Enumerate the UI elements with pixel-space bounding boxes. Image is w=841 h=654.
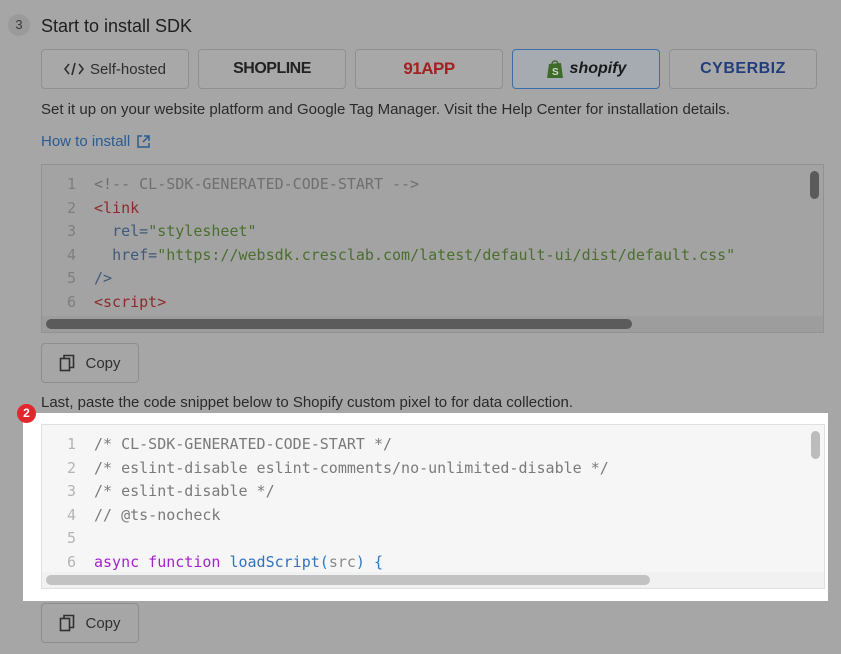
code-line: 4 href= "https://websdk.cresclab.com/lat…	[42, 246, 797, 270]
line-number: 5	[66, 529, 76, 547]
copy-button[interactable]: Copy	[41, 343, 139, 383]
code-line: 2 /* eslint-disable eslint-comments/no-u…	[42, 459, 798, 483]
line-number: 5	[66, 269, 76, 287]
code-line: 5	[42, 529, 798, 553]
how-to-install-label: How to install	[41, 133, 131, 150]
step-badge: 3	[8, 14, 30, 36]
pixel-instruction: Last, paste the code snippet below to Sh…	[41, 394, 573, 411]
code-line: 1 <!-- CL-SDK-GENERATED-CODE-START -->	[42, 175, 797, 199]
platform-shopify-button[interactable]: S shopify	[512, 49, 660, 89]
external-link-icon	[137, 135, 150, 148]
platform-shopline-button[interactable]: SHOPLINE	[198, 49, 346, 89]
line-number: 1	[66, 435, 76, 453]
code-line: 5 />	[42, 269, 797, 293]
code-comment: /* eslint-disable */	[94, 482, 275, 500]
line-number: 6	[66, 292, 76, 311]
91app-logo: 91APP	[403, 59, 455, 78]
code-icon	[64, 62, 85, 76]
code-comment: /* CL-SDK-GENERATED-CODE-START */	[94, 435, 393, 453]
code-text: <link	[94, 198, 140, 217]
pixel-code-editor[interactable]: 1 /* CL-SDK-GENERATED-CODE-START */ 2 /*…	[41, 424, 825, 589]
shopline-logo: SHOPLINE	[233, 60, 311, 77]
code-line: 4 // @ts-nocheck	[42, 506, 798, 530]
code-attr: rel=	[112, 222, 149, 240]
line-number: 2	[66, 198, 76, 217]
code-attr: href=	[112, 245, 158, 264]
code-lines: 1 /* CL-SDK-GENERATED-CODE-START */ 2 /*…	[42, 435, 798, 576]
shopify-logo: shopify	[569, 60, 627, 77]
line-number: 3	[66, 482, 76, 500]
line-number: 1	[66, 175, 76, 193]
code-line: 6 <script>	[42, 293, 797, 317]
copy-button[interactable]: Copy	[41, 603, 139, 643]
vertical-scrollbar[interactable]	[810, 171, 819, 199]
shopify-bag-icon: S	[546, 60, 563, 78]
highlight-frame: 1 /* CL-SDK-GENERATED-CODE-START */ 2 /*…	[23, 413, 828, 601]
code-text: <!-- CL-SDK-GENERATED-CODE-START -->	[94, 175, 420, 193]
platform-selector: Self-hosted SHOPLINE 91APP S shopify CYB…	[41, 49, 817, 89]
code-text: <script>	[94, 292, 167, 311]
code-line: 1 /* CL-SDK-GENERATED-CODE-START */	[42, 435, 798, 459]
line-number: 2	[66, 458, 76, 477]
code-string: "stylesheet"	[148, 222, 257, 240]
line-number: 3	[66, 222, 76, 240]
horizontal-scrollbar[interactable]	[46, 575, 650, 585]
line-number: 4	[66, 245, 76, 264]
code-comment: // @ts-nocheck	[94, 505, 221, 524]
vertical-scrollbar[interactable]	[811, 431, 820, 459]
svg-text:S: S	[552, 67, 559, 78]
platform-91app-button[interactable]: 91APP	[355, 49, 503, 89]
horizontal-scroll-track	[42, 316, 823, 332]
code-lines: 1 <!-- CL-SDK-GENERATED-CODE-START --> 2…	[42, 175, 797, 316]
copy-icon	[60, 614, 75, 632]
copy-button-label: Copy	[85, 614, 121, 632]
code-text: />	[94, 269, 113, 287]
platform-cyberbiz-button[interactable]: CYBERBIZ	[669, 49, 817, 89]
code-line: 3 rel= "stylesheet"	[42, 222, 797, 246]
copy-button-label: Copy	[85, 354, 121, 372]
step-title: Start to install SDK	[41, 16, 193, 36]
line-number: 4	[66, 505, 76, 524]
platform-self-hosted-button[interactable]: Self-hosted	[41, 49, 189, 89]
copy-icon	[60, 354, 75, 372]
cyberbiz-logo: CYBERBIZ	[700, 60, 786, 77]
code-string: "https://websdk.cresclab.com/latest/defa…	[157, 245, 736, 264]
code-comment: /* eslint-disable eslint-comments/no-unl…	[94, 458, 609, 477]
install-description: Set it up on your website platform and G…	[41, 101, 731, 118]
horizontal-scroll-track	[42, 572, 824, 588]
code-line: 3 /* eslint-disable */	[42, 482, 798, 506]
sdk-code-editor[interactable]: 1 <!-- CL-SDK-GENERATED-CODE-START --> 2…	[41, 164, 824, 333]
code-line: 2 <link	[42, 199, 797, 223]
platform-self-hosted-label: Self-hosted	[90, 60, 166, 78]
horizontal-scrollbar[interactable]	[46, 319, 632, 329]
how-to-install-link[interactable]: How to install	[41, 133, 151, 150]
step-marker: 2	[17, 404, 36, 423]
